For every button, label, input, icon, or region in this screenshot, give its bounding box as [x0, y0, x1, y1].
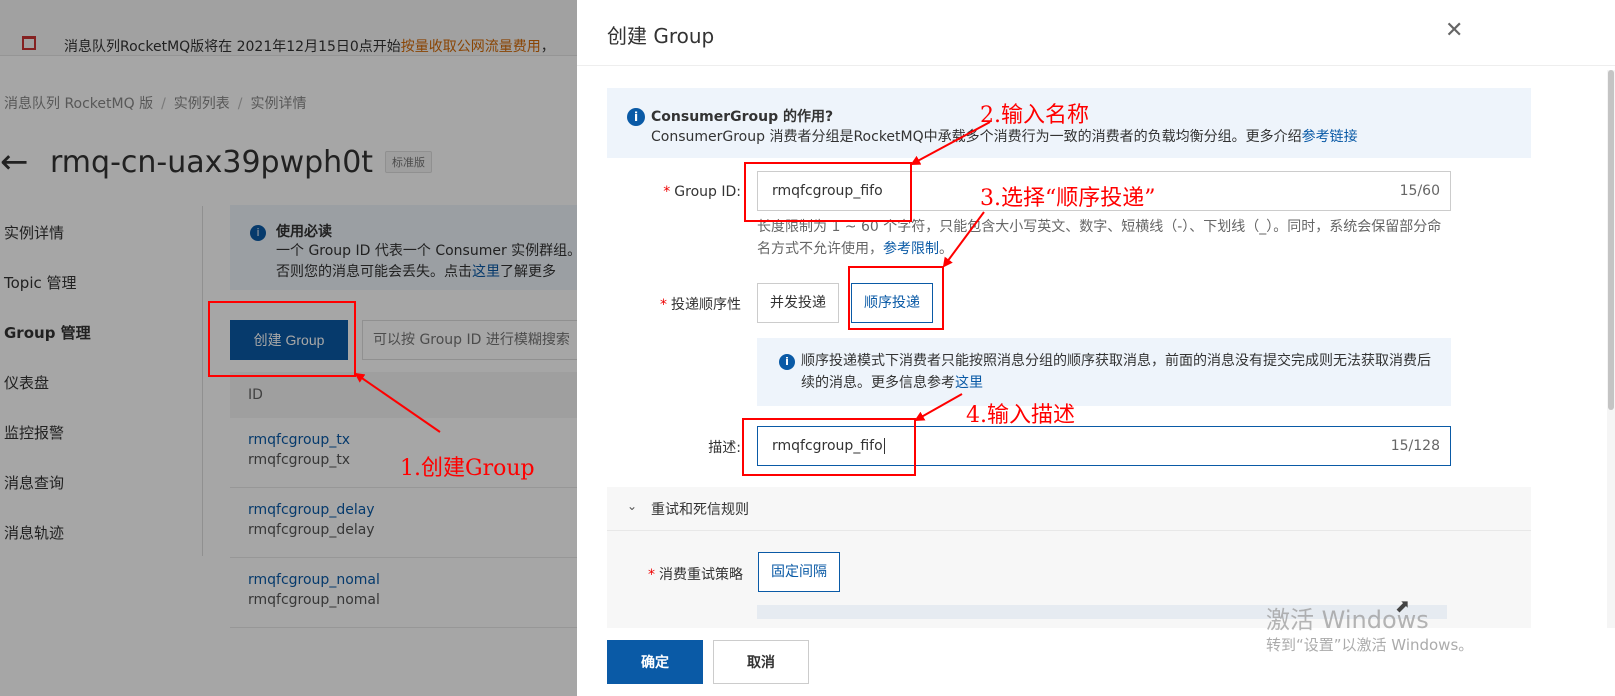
description-label-text: 描述: [708, 440, 741, 456]
scrollbar-thumb[interactable] [1608, 70, 1614, 410]
delivery-label: * 投递顺序性 [637, 294, 741, 314]
retry-panel-header[interactable]: ⌄ 重试和死信规则 [607, 487, 1531, 531]
group-id-label-text: Group ID: [674, 184, 741, 200]
annotation-step2: 2.输入名称 [980, 103, 1089, 128]
confirm-button[interactable]: 确定 [607, 640, 703, 684]
info-icon: i [779, 354, 795, 370]
chevron-down-icon[interactable]: ⌄ [627, 499, 637, 513]
annotation-box-description [742, 418, 916, 476]
retry-panel-title: 重试和死信规则 [651, 502, 749, 518]
group-id-hint-tail: 。 [939, 241, 953, 257]
create-group-drawer: 创建 Group ✕ i ConsumerGroup 的作用? Consumer… [577, 0, 1615, 696]
reference-link[interactable]: 参考链接 [1302, 129, 1358, 145]
close-icon[interactable]: ✕ [1445, 18, 1463, 43]
annotation-box-ordered [848, 266, 944, 330]
info-title: ConsumerGroup 的作用? [651, 109, 834, 125]
annotation-box-group-id [744, 162, 912, 222]
delivery-label-text: 投递顺序性 [671, 297, 741, 313]
drawer-header: 创建 Group ✕ [577, 0, 1615, 66]
info-icon: i [627, 108, 645, 126]
windows-watermark-subtitle: 转到“设置”以激活 Windows。 [1266, 636, 1474, 654]
group-id-hint: 长度限制为 1 ~ 60 个字符，只能包含大小写英文、数字、短横线（-）、下划线… [757, 216, 1447, 260]
group-id-hint-text: 长度限制为 1 ~ 60 个字符，只能包含大小写英文、数字、短横线（-）、下划线… [757, 219, 1442, 257]
retry-policy-label: * 消费重试策略 [637, 564, 743, 584]
ordered-delivery-tip-text: 顺序投递模式下消费者只能按照消息分组的顺序获取消息，前面的消息没有提交完成则无法… [801, 353, 1431, 391]
cancel-button[interactable]: 取消 [713, 640, 809, 684]
required-mark: * [663, 184, 671, 200]
annotation-step3: 3.选择“顺序投递” [980, 186, 1156, 211]
ordered-delivery-tip-body: 顺序投递模式下消费者只能按照消息分组的顺序获取消息，前面的消息没有提交完成则无法… [801, 350, 1441, 394]
drawer-title: 创建 Group [607, 24, 715, 48]
retry-policy-fixed-interval[interactable]: 固定间隔 [758, 552, 840, 592]
concurrent-delivery-option[interactable]: 并发投递 [757, 283, 839, 323]
group-id-counter: 15/60 [1399, 183, 1440, 199]
retry-policy-label-text: 消费重试策略 [659, 567, 743, 583]
info-text-body: ConsumerGroup 消费者分组是RocketMQ中承载多个消费行为一致的… [651, 129, 1302, 145]
annotation-step1: 1.创建Group [400, 456, 535, 481]
info-text: ConsumerGroup 消费者分组是RocketMQ中承载多个消费行为一致的… [651, 126, 1358, 146]
annotation-box-create [208, 301, 356, 377]
group-id-label: * Group ID: [637, 184, 741, 200]
description-counter: 15/128 [1390, 438, 1440, 454]
required-mark: * [648, 567, 655, 583]
description-label: 描述: [637, 437, 741, 457]
windows-watermark-title: 激活 Windows [1266, 606, 1429, 634]
ordered-delivery-link[interactable]: 这里 [955, 375, 983, 391]
ordered-delivery-tip: i 顺序投递模式下消费者只能按照消息分组的顺序获取消息，前面的消息没有提交完成则… [757, 338, 1451, 406]
naming-limit-link[interactable]: 参考限制 [883, 241, 939, 257]
annotation-step4: 4.输入描述 [966, 403, 1075, 428]
required-mark: * [660, 297, 667, 313]
